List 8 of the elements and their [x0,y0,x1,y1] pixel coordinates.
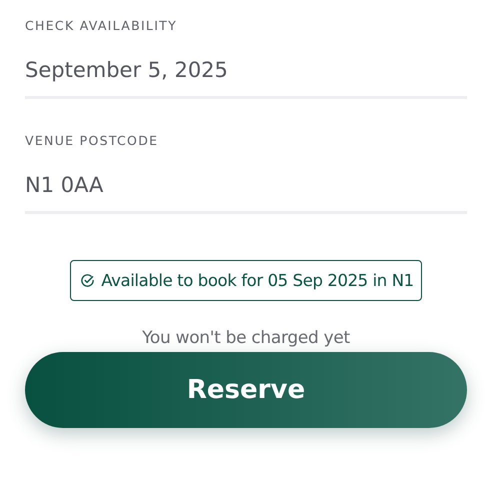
reserve-button[interactable]: Reserve [25,352,467,428]
field-label: CHECK AVAILABILITY [25,18,178,35]
input-field[interactable]: N1 0AA [25,153,467,214]
check-circle-icon [80,273,96,288]
field-label: VENUE POSTCODE [25,133,160,150]
charge-note: You won't be charged yet [141,328,351,348]
availability-message: Available to book for 05 Sep 2025 in N1 [101,271,414,290]
input-field[interactable]: September 5, 2025 [25,38,467,99]
